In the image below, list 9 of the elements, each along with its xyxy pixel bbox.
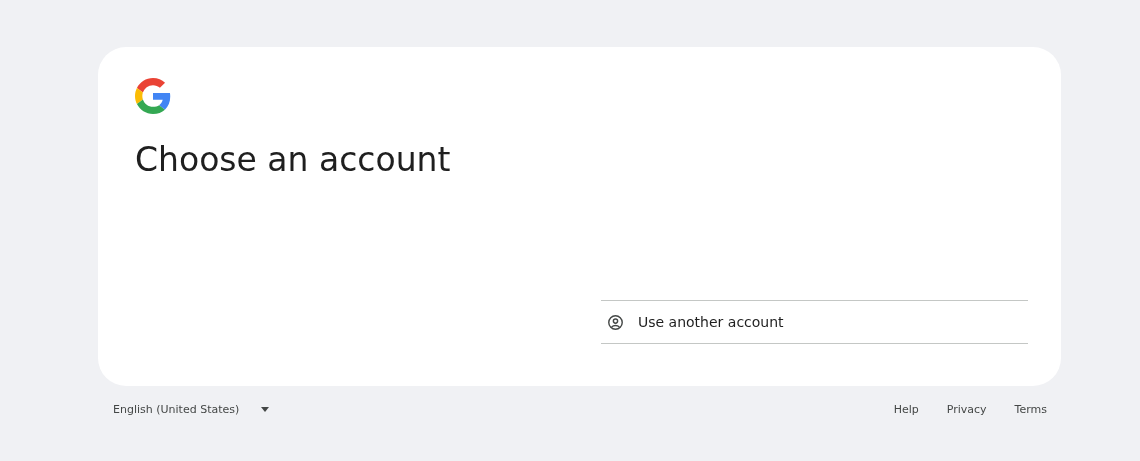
- footer-link[interactable]: Privacy: [946, 403, 987, 416]
- account-circle-icon: [607, 313, 624, 331]
- use-another-account-option[interactable]: Use another account: [601, 301, 1028, 343]
- page-title: Choose an account: [135, 140, 451, 180]
- footer-link[interactable]: Help: [893, 403, 919, 416]
- caret-icon: [261, 407, 270, 412]
- footer-link[interactable]: Terms: [1014, 403, 1047, 416]
- g-logo-icon: [135, 78, 171, 114]
- language-select[interactable]: English (United States): [113, 403, 270, 416]
